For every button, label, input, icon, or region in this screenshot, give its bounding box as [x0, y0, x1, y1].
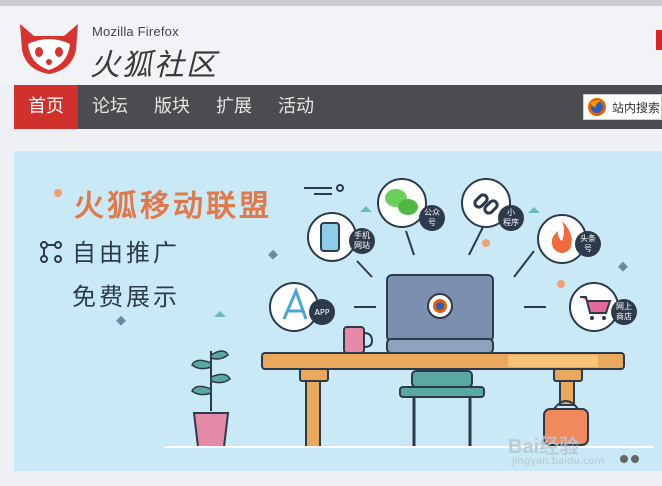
online-store-label-2: 商店: [616, 311, 632, 321]
decor-ring: [336, 184, 344, 192]
carousel-dot[interactable]: [620, 455, 628, 463]
nav-item-events[interactable]: 活动: [266, 85, 326, 129]
decor-diamond: [268, 249, 278, 260]
mobile-site-label-2: 网站: [354, 240, 370, 250]
brand-chinese-name: 火狐社区: [90, 48, 218, 83]
promo-banner[interactable]: 火狐移动联盟 自由推广 免费展示 手机 网站 公众 号 小 程序 头条 号 AP…: [14, 151, 662, 471]
wechat-label-2: 号: [428, 218, 436, 227]
mini-program-link-icon[interactable]: 小 程序: [461, 178, 524, 231]
decor-dot: [557, 280, 565, 288]
decor-triangle: [214, 311, 226, 317]
mobile-site-icon[interactable]: 手机 网站: [307, 212, 375, 262]
site-search-button[interactable]: 站内搜索: [583, 94, 662, 120]
chair-illustration: [399, 370, 485, 447]
carousel-dot[interactable]: [631, 455, 639, 463]
carousel-dots[interactable]: [620, 448, 642, 467]
potted-plant-illustration: [191, 350, 231, 448]
decor-triangle: [360, 206, 372, 212]
decor-dot: [482, 239, 490, 247]
site-search-label: 站内搜索: [612, 101, 661, 115]
mini-program-label-2: 程序: [503, 217, 519, 227]
decor-diamond: [618, 261, 628, 272]
watermark-text: Bai经验: [508, 436, 580, 458]
firefox-icon: [588, 98, 606, 116]
brand-english-name: Mozilla Firefox: [92, 24, 179, 39]
mug-illustration: [343, 326, 374, 354]
laptop-illustration: [386, 274, 494, 354]
headline-account-label-1: 头条: [580, 233, 596, 243]
nav-item-boards[interactable]: 版块: [142, 85, 202, 129]
wechat-icon[interactable]: 公众 号: [377, 178, 445, 231]
app-label: APP: [314, 308, 329, 317]
nav-item-forum[interactable]: 论坛: [80, 85, 140, 129]
red-panda-logo-icon[interactable]: [14, 20, 84, 76]
decor-diamond: [116, 315, 126, 326]
decor-triangle: [528, 207, 540, 213]
shopping-cart-icon[interactable]: 网上 商店: [569, 282, 637, 332]
decor-dot: [54, 189, 62, 197]
nav-item-extensions[interactable]: 扩展: [204, 85, 264, 129]
app-store-icon[interactable]: APP: [269, 282, 335, 332]
banner-illustration: 手机 网站 公众 号 小 程序 头条 号 APP 网上 商店: [40, 178, 654, 448]
wechat-label-1: 公众: [424, 208, 440, 217]
main-nav: 首页 论坛 版块 扩展 活动: [14, 85, 662, 129]
watermark-url: jingyan.baidu.com: [512, 456, 605, 467]
connect-icon: [40, 241, 62, 263]
site-header: Mozilla Firefox 火狐社区: [0, 6, 662, 84]
nav-item-home[interactable]: 首页: [14, 85, 78, 129]
corner-accent: [656, 30, 662, 50]
flame-icon[interactable]: 头条 号: [537, 214, 601, 264]
mobile-site-label-1: 手机: [354, 230, 370, 240]
headline-account-label-2: 号: [584, 244, 592, 253]
online-store-label-1: 网上: [616, 302, 632, 311]
mini-program-label-1: 小: [507, 208, 515, 217]
